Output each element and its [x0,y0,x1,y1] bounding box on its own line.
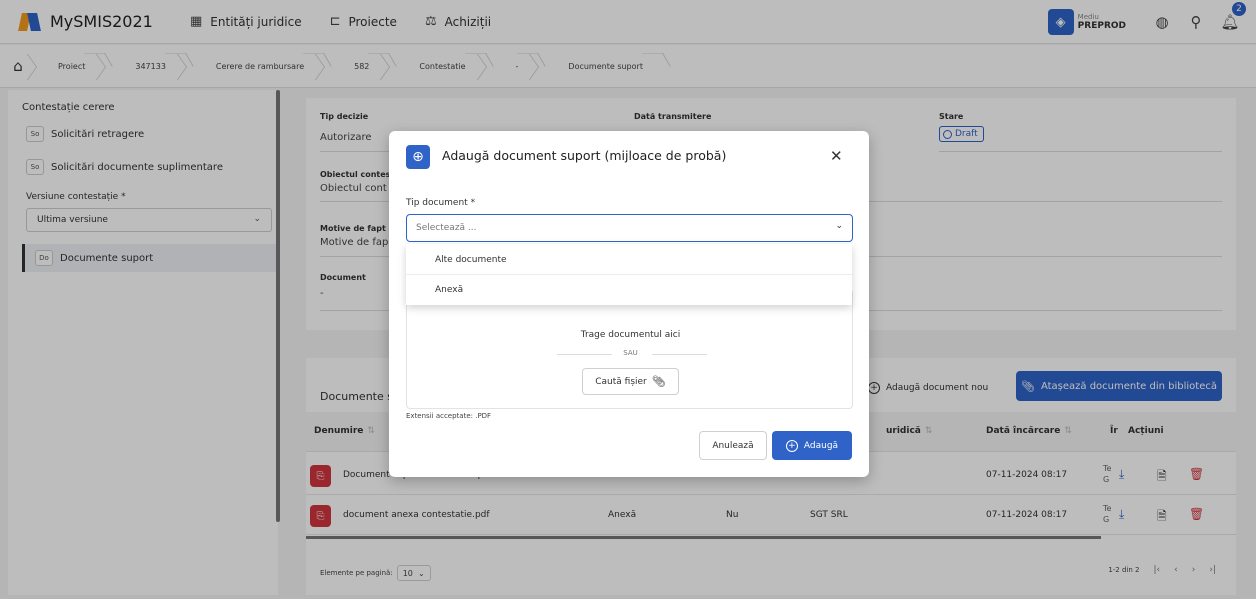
document-type-options: Alte documente Anexă [406,244,852,305]
chevron-down-icon: ⌄ [835,221,843,231]
paperclip-icon: 📎︎ [651,375,666,388]
plus-circle-icon: ⊕ [406,145,430,169]
close-icon[interactable]: ✕ [830,147,843,165]
plus-circle-icon: + [785,439,798,452]
dropzone-text: Trage documentul aici [580,330,681,340]
file-dropzone[interactable]: Trage documentul aici SAU Caută fișier 📎… [406,289,853,409]
app-root: MySMIS2021 ▦ Entități juridice ⊏ Proiect… [0,0,1256,599]
accepted-extensions: Extensii acceptate: .PDF [406,412,492,420]
option-anexa[interactable]: Anexă [406,275,852,305]
cancel-button[interactable]: Anulează [699,431,767,460]
add-button[interactable]: + Adaugă [772,431,852,460]
document-type-select[interactable]: Selectează ... ⌄ [406,214,853,242]
document-type-placeholder: Selectează ... [416,223,477,233]
option-alte-documente[interactable]: Alte documente [406,245,852,275]
browse-file-button[interactable]: Caută fișier 📎︎ [582,368,679,395]
dialog-title: Adaugă document suport (mijloace de prob… [442,148,727,163]
dropzone-or: SAU [623,349,638,357]
document-type-label: Tip document * [406,198,476,208]
